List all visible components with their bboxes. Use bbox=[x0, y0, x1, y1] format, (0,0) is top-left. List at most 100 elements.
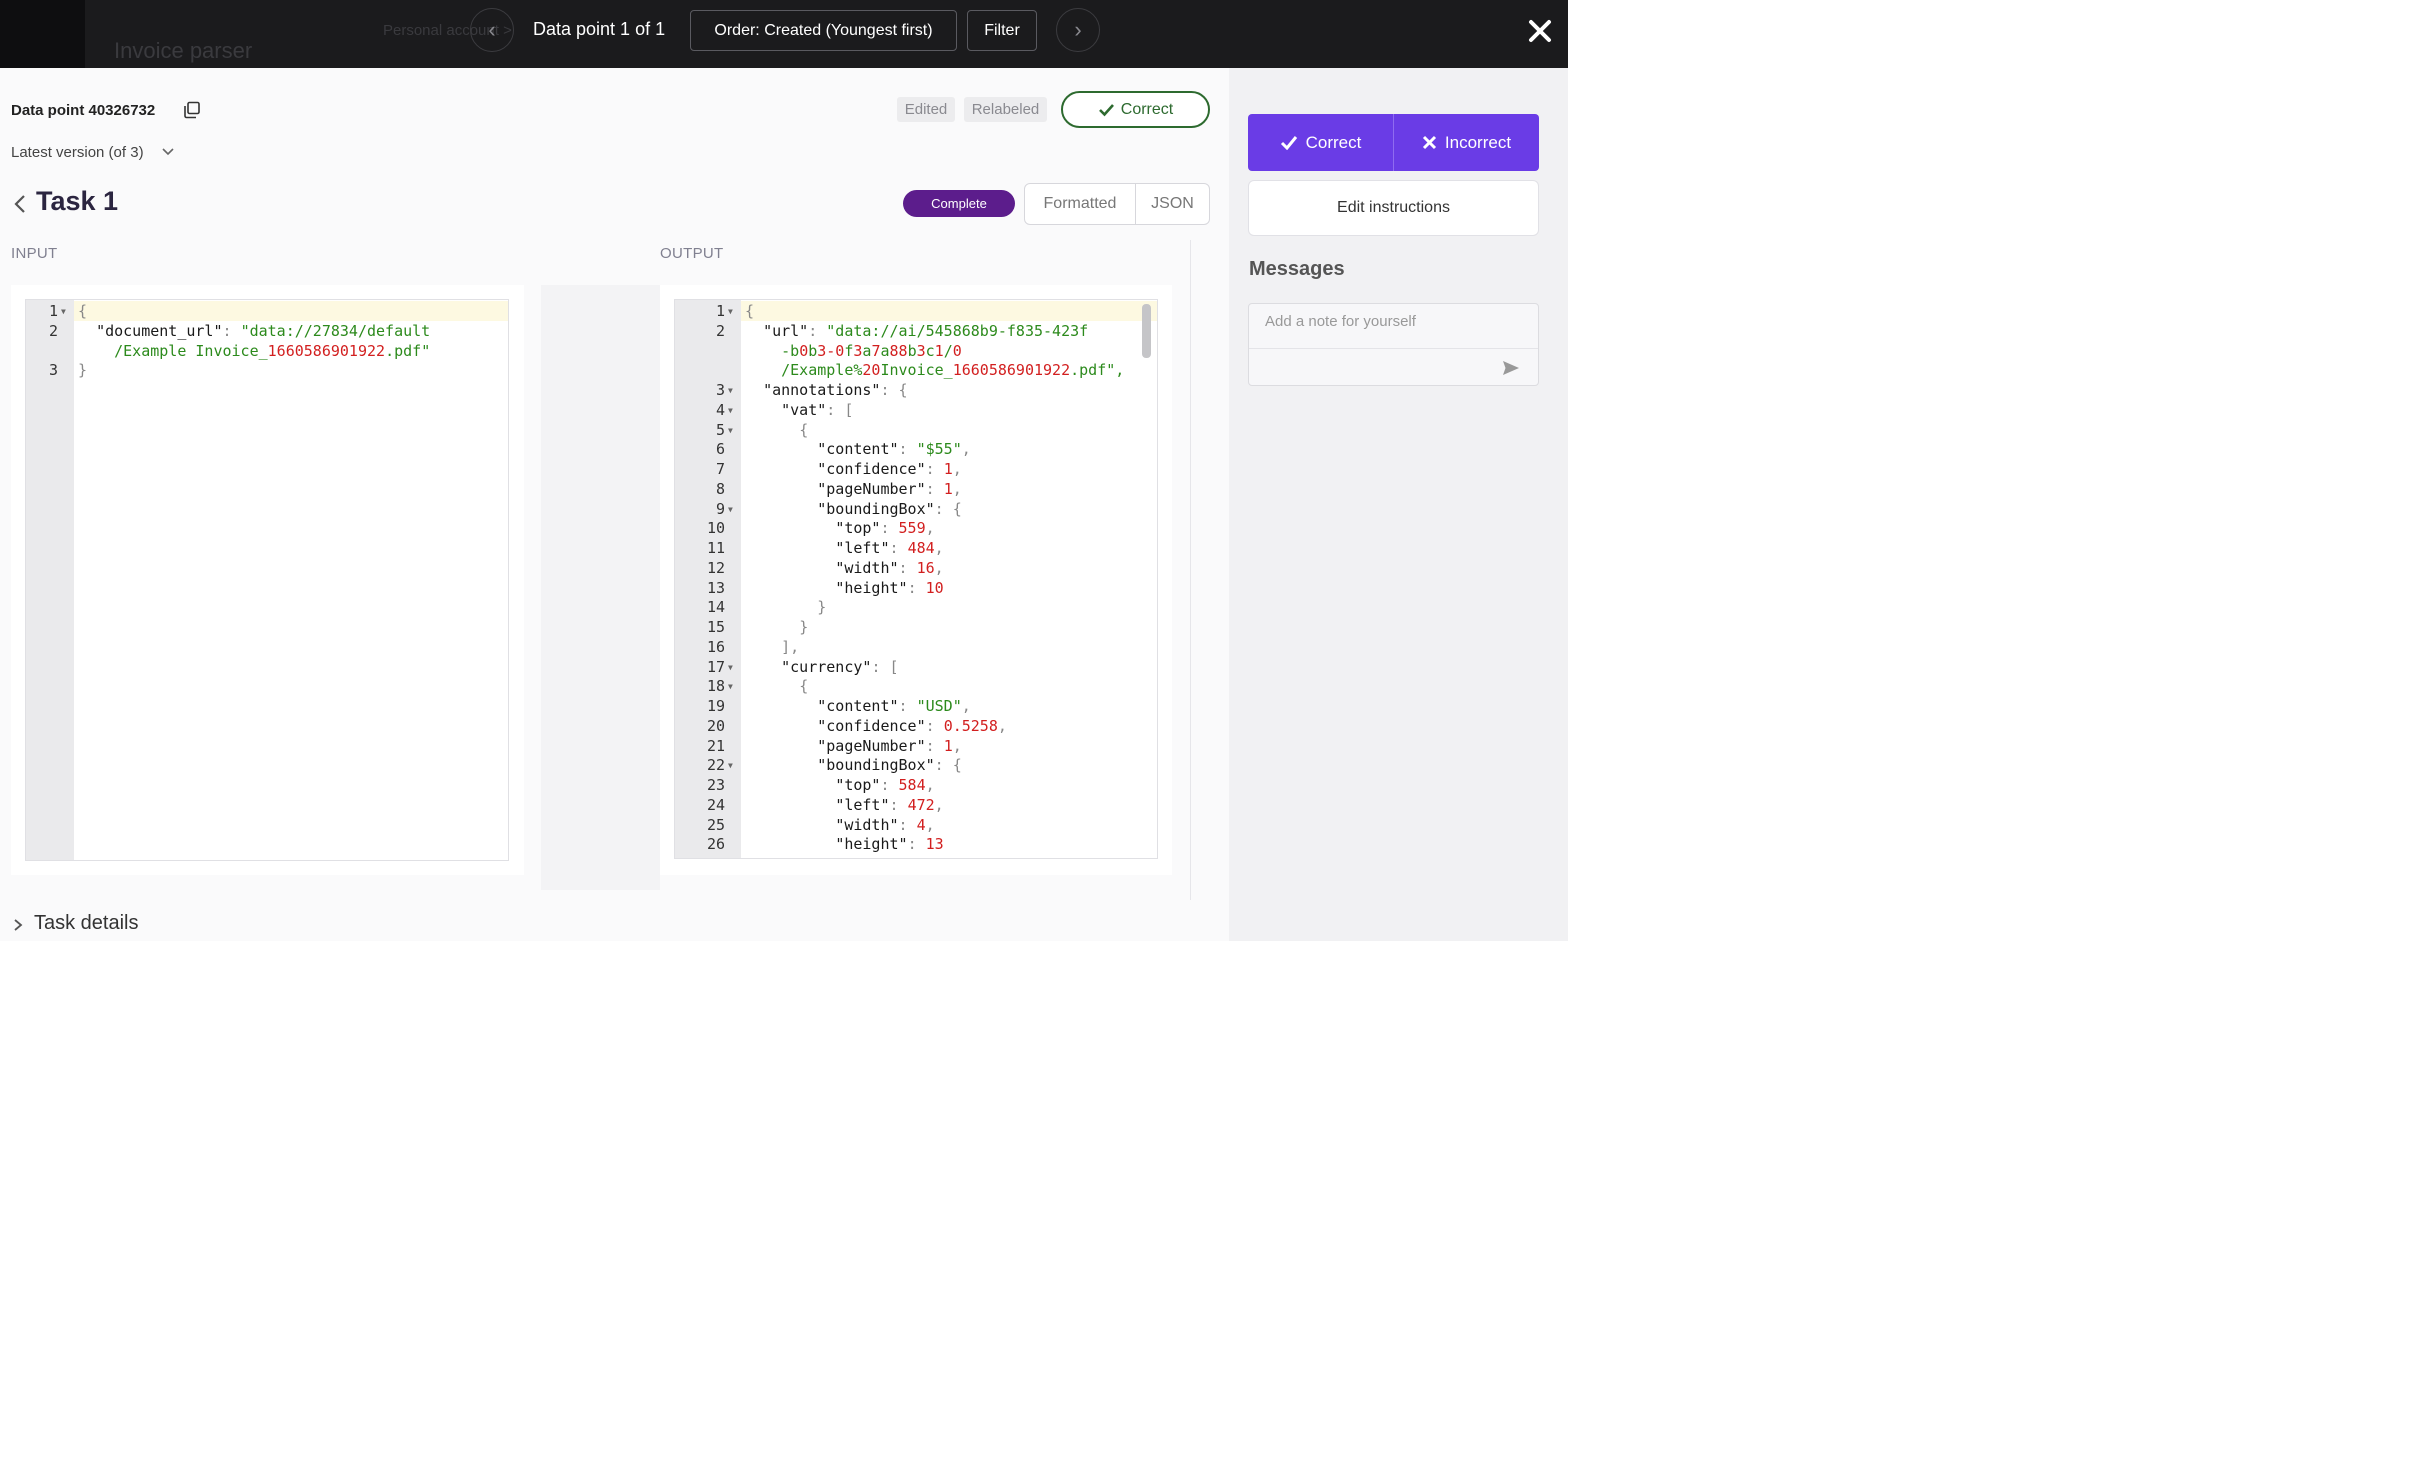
checkmark-icon bbox=[1098, 103, 1114, 116]
task-status-pill: Complete bbox=[903, 190, 1015, 217]
output-code-editor[interactable]: 1 ▼{2 "url": "data://ai/545868b9-f835-423… bbox=[674, 299, 1158, 859]
fold-toggle-icon[interactable]: ▼ bbox=[728, 658, 733, 678]
edit-instructions-button[interactable]: Edit instructions bbox=[1248, 180, 1539, 236]
input-code-line: 1 ▼ { bbox=[26, 301, 508, 321]
mark-correct-button[interactable]: Correct bbox=[1248, 114, 1393, 171]
fold-toggle-icon[interactable]: ▼ bbox=[728, 421, 733, 441]
line-number: 14 bbox=[706, 598, 725, 617]
output-code-line: 11 "left": 484, bbox=[675, 538, 1157, 558]
line-number: 9 bbox=[715, 499, 725, 518]
order-button[interactable]: Order: Created (Youngest first) bbox=[690, 10, 957, 51]
tab-formatted[interactable]: Formatted bbox=[1024, 183, 1136, 225]
output-code-line: 5 ▼ { bbox=[675, 420, 1157, 440]
code-text: "height": 10 bbox=[835, 578, 944, 597]
output-label: OUTPUT bbox=[660, 245, 724, 262]
fold-toggle-icon[interactable]: ▼ bbox=[728, 500, 733, 520]
input-label: INPUT bbox=[11, 245, 58, 262]
code-text: "confidence": 0.5258, bbox=[817, 716, 1007, 735]
input-code-line: /Example Invoice_1660586901922.pdf" bbox=[26, 341, 508, 361]
output-code-line: 6 "content": "$55", bbox=[675, 439, 1157, 459]
datapoint-title: Data point 40326732 bbox=[11, 102, 156, 119]
code-text: } bbox=[817, 598, 827, 617]
send-icon[interactable] bbox=[1501, 358, 1521, 378]
fold-toggle-icon[interactable]: ▼ bbox=[728, 302, 733, 322]
output-code-line: 20 "confidence": 0.5258, bbox=[675, 716, 1157, 736]
output-code-line: 22 ▼ "boundingBox": { bbox=[675, 755, 1157, 775]
fold-toggle-icon[interactable]: ▼ bbox=[728, 756, 733, 776]
code-text: ], bbox=[781, 637, 800, 656]
chevron-right-icon[interactable] bbox=[13, 918, 23, 932]
version-selector[interactable]: Latest version (of 3) bbox=[11, 144, 144, 161]
line-number: 2 bbox=[48, 321, 58, 340]
code-text: "annotations": { bbox=[763, 381, 908, 399]
correct-status-badge: Correct bbox=[1061, 91, 1210, 128]
fold-toggle-icon[interactable]: ▼ bbox=[728, 677, 733, 697]
output-code-line: 16 ], bbox=[675, 637, 1157, 657]
messages-title: Messages bbox=[1249, 258, 1345, 280]
code-text: "width": 4, bbox=[835, 815, 935, 834]
line-number: 18 bbox=[706, 677, 725, 696]
output-code-line: 14 } bbox=[675, 597, 1157, 617]
line-number: 7 bbox=[715, 460, 725, 478]
output-code-line: 7 "confidence": 1, bbox=[675, 459, 1157, 479]
input-code-editor[interactable]: 1 ▼ {2 "document_url": "data://27834/defau… bbox=[25, 299, 509, 861]
next-datapoint-button[interactable]: › bbox=[1056, 8, 1100, 52]
output-code-line: 2 "url": "data://ai/545868b9-f835-423f bbox=[675, 321, 1157, 341]
output-code-line: 3 ▼ "annotations": { bbox=[675, 380, 1157, 400]
line-number: 12 bbox=[706, 558, 725, 577]
chevron-down-icon[interactable] bbox=[161, 146, 175, 158]
background-app-title: Invoice parser bbox=[114, 38, 253, 63]
line-number: 5 bbox=[715, 420, 725, 439]
output-code-line: /Example%20Invoice_1660586901922.pdf", bbox=[675, 360, 1157, 380]
line-number: 21 bbox=[706, 736, 725, 755]
panel-divider bbox=[1190, 240, 1191, 900]
tab-json[interactable]: JSON bbox=[1135, 183, 1210, 225]
code-text: -b0b3-0f3a7a88b3c1/0 bbox=[781, 341, 962, 360]
copy-icon[interactable] bbox=[183, 101, 201, 119]
code-text: "boundingBox": { bbox=[817, 499, 962, 518]
output-code-line: 25 "width": 4, bbox=[675, 815, 1157, 835]
back-chevron-icon[interactable] bbox=[13, 194, 27, 214]
code-text: /Example%20Invoice_1660586901922.pdf", bbox=[781, 361, 1125, 380]
line-number: 20 bbox=[706, 716, 725, 735]
code-text: { bbox=[799, 420, 809, 439]
line-number: 3 bbox=[715, 381, 725, 399]
chevron-left-icon: ‹ bbox=[488, 17, 496, 42]
line-number: 15 bbox=[706, 618, 725, 636]
line-number: 3 bbox=[48, 361, 58, 380]
mark-incorrect-button[interactable]: Incorrect bbox=[1394, 114, 1539, 171]
task-title: Task 1 bbox=[36, 186, 119, 216]
output-code-line: 12 "width": 16, bbox=[675, 558, 1157, 578]
note-input[interactable] bbox=[1263, 312, 1507, 331]
line-number: 6 bbox=[715, 440, 725, 459]
line-number: 26 bbox=[706, 835, 725, 854]
output-code-line: 18 ▼ { bbox=[675, 676, 1157, 696]
prev-datapoint-button[interactable]: ‹ bbox=[470, 8, 514, 52]
output-code-line: 4 ▼ "vat": [ bbox=[675, 400, 1157, 420]
line-number: 22 bbox=[706, 756, 725, 775]
output-code-line: 15 } bbox=[675, 617, 1157, 637]
output-code-line: 17 ▼ "currency": [ bbox=[675, 657, 1157, 677]
code-text: } bbox=[799, 618, 809, 636]
code-text: "url": "data://ai/545868b9-f835-423f bbox=[763, 321, 1089, 340]
code-text: { bbox=[78, 302, 88, 320]
correct-status-label: Correct bbox=[1120, 100, 1174, 118]
fold-toggle-icon[interactable]: ▼ bbox=[61, 302, 66, 322]
output-code-line: 9 ▼ "boundingBox": { bbox=[675, 499, 1157, 519]
edited-tag: Edited bbox=[897, 97, 955, 122]
line-number: 23 bbox=[706, 776, 725, 794]
task-details-toggle[interactable]: Task details bbox=[34, 912, 139, 935]
top-bar: Personal account > Invoice parser ‹ Data… bbox=[0, 0, 1568, 68]
code-text: "content": "$55", bbox=[817, 440, 971, 459]
fold-toggle-icon[interactable]: ▼ bbox=[728, 381, 733, 401]
code-text: "pageNumber": 1, bbox=[817, 736, 962, 755]
close-icon[interactable] bbox=[1525, 16, 1555, 46]
code-text: "content": "USD", bbox=[817, 697, 971, 715]
line-number: 17 bbox=[706, 657, 725, 676]
fold-toggle-icon[interactable]: ▼ bbox=[728, 401, 733, 421]
output-code-line: 10 "top": 559, bbox=[675, 518, 1157, 538]
output-code-line: 21 "pageNumber": 1, bbox=[675, 736, 1157, 756]
code-text: "left": 484, bbox=[835, 539, 944, 557]
filter-button[interactable]: Filter bbox=[967, 10, 1037, 51]
output-scrollbar[interactable] bbox=[1142, 304, 1151, 358]
